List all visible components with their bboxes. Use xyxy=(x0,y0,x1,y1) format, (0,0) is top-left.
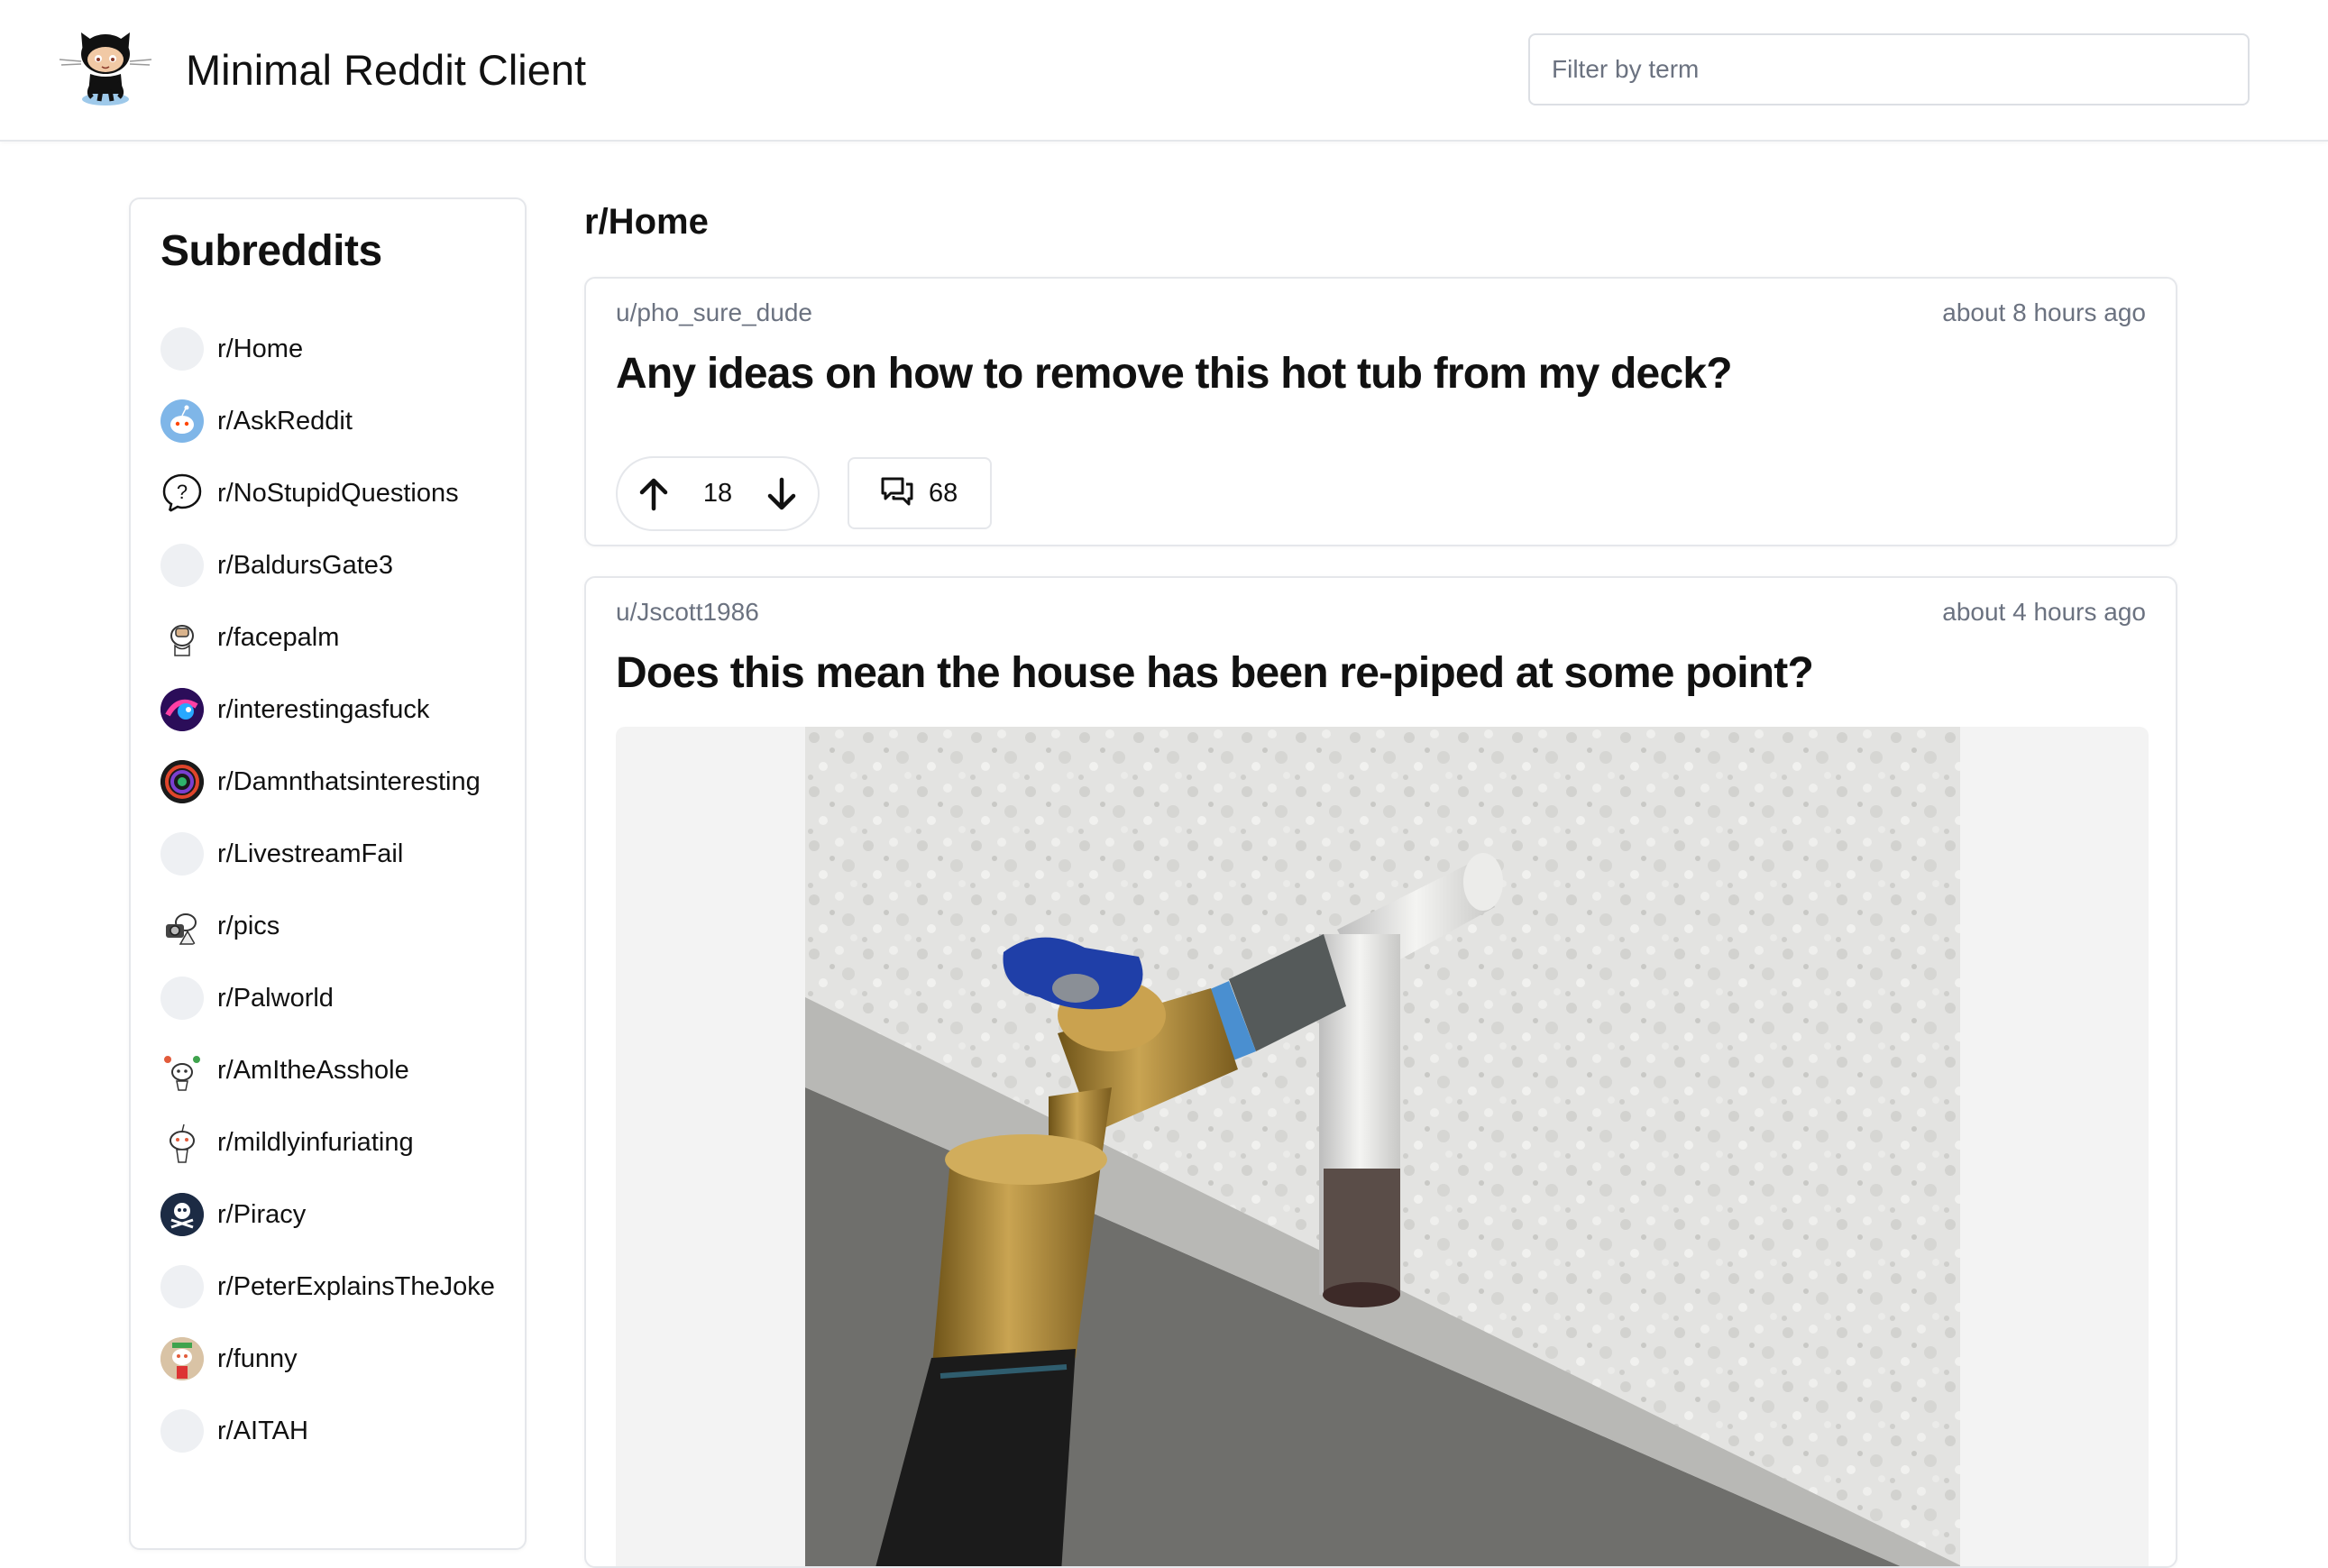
sidebar-item-palworld[interactable]: r/Palworld xyxy=(160,962,521,1034)
blank-avatar-icon xyxy=(160,832,204,876)
sidebar-item-aitah[interactable]: r/AITAH xyxy=(160,1395,521,1467)
camera-snoo-avatar-icon xyxy=(160,904,204,948)
app-header: Minimal Reddit Client xyxy=(0,0,2328,142)
post-title[interactable]: Does this mean the house has been re-pip… xyxy=(616,648,1814,698)
sidebar-item-peterexplainsthejoke[interactable]: r/PeterExplainsTheJoke xyxy=(160,1251,521,1323)
subreddits-sidebar: Subreddits r/Home r/AskReddit ? r/NoStup… xyxy=(129,197,527,1550)
blank-avatar-icon xyxy=(160,977,204,1020)
snoo-avatar-icon xyxy=(160,1121,204,1164)
sidebar-item-amitheasshole[interactable]: r/AmItheAsshole xyxy=(160,1034,521,1106)
downvote-arrow-icon[interactable] xyxy=(762,474,802,514)
app-title: Minimal Reddit Client xyxy=(186,46,587,94)
sidebar-item-label: r/Home xyxy=(217,334,304,363)
question-bubble-icon: ? xyxy=(160,472,204,515)
blank-avatar-icon xyxy=(160,544,204,587)
sidebar-item-home[interactable]: r/Home xyxy=(160,313,521,385)
blank-avatar-icon xyxy=(160,327,204,371)
sidebar-item-label: r/AskReddit xyxy=(217,406,353,436)
comments-button[interactable]: 68 xyxy=(848,457,992,529)
blank-avatar-icon xyxy=(160,1409,204,1453)
svg-text:?: ? xyxy=(177,481,188,503)
blank-avatar-icon xyxy=(160,1265,204,1308)
swirl-avatar-icon xyxy=(160,760,204,803)
colorful-avatar-icon xyxy=(160,688,204,731)
sidebar-item-livestreamfail[interactable]: r/LivestreamFail xyxy=(160,818,521,890)
sidebar-item-label: r/Palworld xyxy=(217,983,334,1013)
sidebar-item-label: r/facepalm xyxy=(217,622,340,652)
skull-avatar-icon xyxy=(160,1193,204,1236)
sidebar-title: Subreddits xyxy=(160,227,382,275)
subreddit-list: r/Home r/AskReddit ? r/NoStupidQuestions… xyxy=(160,313,521,1467)
post-timestamp: about 4 hours ago xyxy=(1942,598,2146,626)
sidebar-item-pics[interactable]: r/pics xyxy=(160,890,521,962)
sidebar-item-label: r/AmItheAsshole xyxy=(217,1055,409,1085)
sidebar-item-baldursgate3[interactable]: r/BaldursGate3 xyxy=(160,529,521,601)
sidebar-item-label: r/Damnthatsinteresting xyxy=(217,766,481,796)
post-timestamp: about 8 hours ago xyxy=(1942,298,2146,326)
post-title[interactable]: Any ideas on how to remove this hot tub … xyxy=(616,349,1733,399)
sidebar-item-askreddit[interactable]: r/AskReddit xyxy=(160,385,521,457)
sidebar-item-label: r/funny xyxy=(217,1343,298,1373)
feed-title: r/Home xyxy=(584,202,709,242)
sidebar-item-label: r/interestingasfuck xyxy=(217,694,430,724)
post-photo-pipe-spigot xyxy=(805,727,1960,1566)
sidebar-item-label: r/pics xyxy=(217,911,280,940)
sidebar-item-interestingasfuck[interactable]: r/interestingasfuck xyxy=(160,674,521,746)
sidebar-item-piracy[interactable]: r/Piracy xyxy=(160,1178,521,1251)
sidebar-item-label: r/PeterExplainsTheJoke xyxy=(217,1271,495,1301)
sidebar-item-label: r/NoStupidQuestions xyxy=(217,478,459,508)
upvote-arrow-icon[interactable] xyxy=(634,474,674,514)
post-image-container[interactable] xyxy=(616,727,2149,1566)
sidebar-item-funny[interactable]: r/funny xyxy=(160,1323,521,1395)
sidebar-item-mildlyinfuriating[interactable]: r/mildlyinfuriating xyxy=(160,1106,521,1178)
sidebar-item-damnthatsinteresting[interactable]: r/Damnthatsinteresting xyxy=(160,746,521,818)
vote-count: 18 xyxy=(702,479,733,508)
sidebar-item-label: r/LivestreamFail xyxy=(217,839,404,868)
post-card[interactable]: u/pho_sure_dude about 8 hours ago Any id… xyxy=(584,277,2177,546)
comment-count: 68 xyxy=(929,478,958,508)
facepalm-avatar-icon xyxy=(160,616,204,659)
snoo-avatar-icon xyxy=(160,399,204,443)
post-author[interactable]: u/pho_sure_dude xyxy=(616,298,812,327)
sidebar-item-label: r/Piracy xyxy=(217,1199,307,1229)
filter-search-input[interactable] xyxy=(1528,33,2250,105)
octocat-logo-icon[interactable] xyxy=(56,22,155,112)
vote-controls: 18 xyxy=(616,456,820,531)
funny-avatar-icon xyxy=(160,1337,204,1380)
sidebar-item-label: r/AITAH xyxy=(217,1416,308,1445)
sidebar-item-label: r/mildlyinfuriating xyxy=(217,1127,414,1157)
post-card[interactable]: u/Jscott1986 about 4 hours ago Does this… xyxy=(584,576,2177,1568)
comments-icon xyxy=(880,476,914,511)
sidebar-item-facepalm[interactable]: r/facepalm xyxy=(160,601,521,674)
snoo-avatar-icon xyxy=(160,1049,204,1092)
post-author[interactable]: u/Jscott1986 xyxy=(616,598,759,627)
sidebar-item-nostupidquestions[interactable]: ? r/NoStupidQuestions xyxy=(160,457,521,529)
sidebar-item-label: r/BaldursGate3 xyxy=(217,550,394,580)
